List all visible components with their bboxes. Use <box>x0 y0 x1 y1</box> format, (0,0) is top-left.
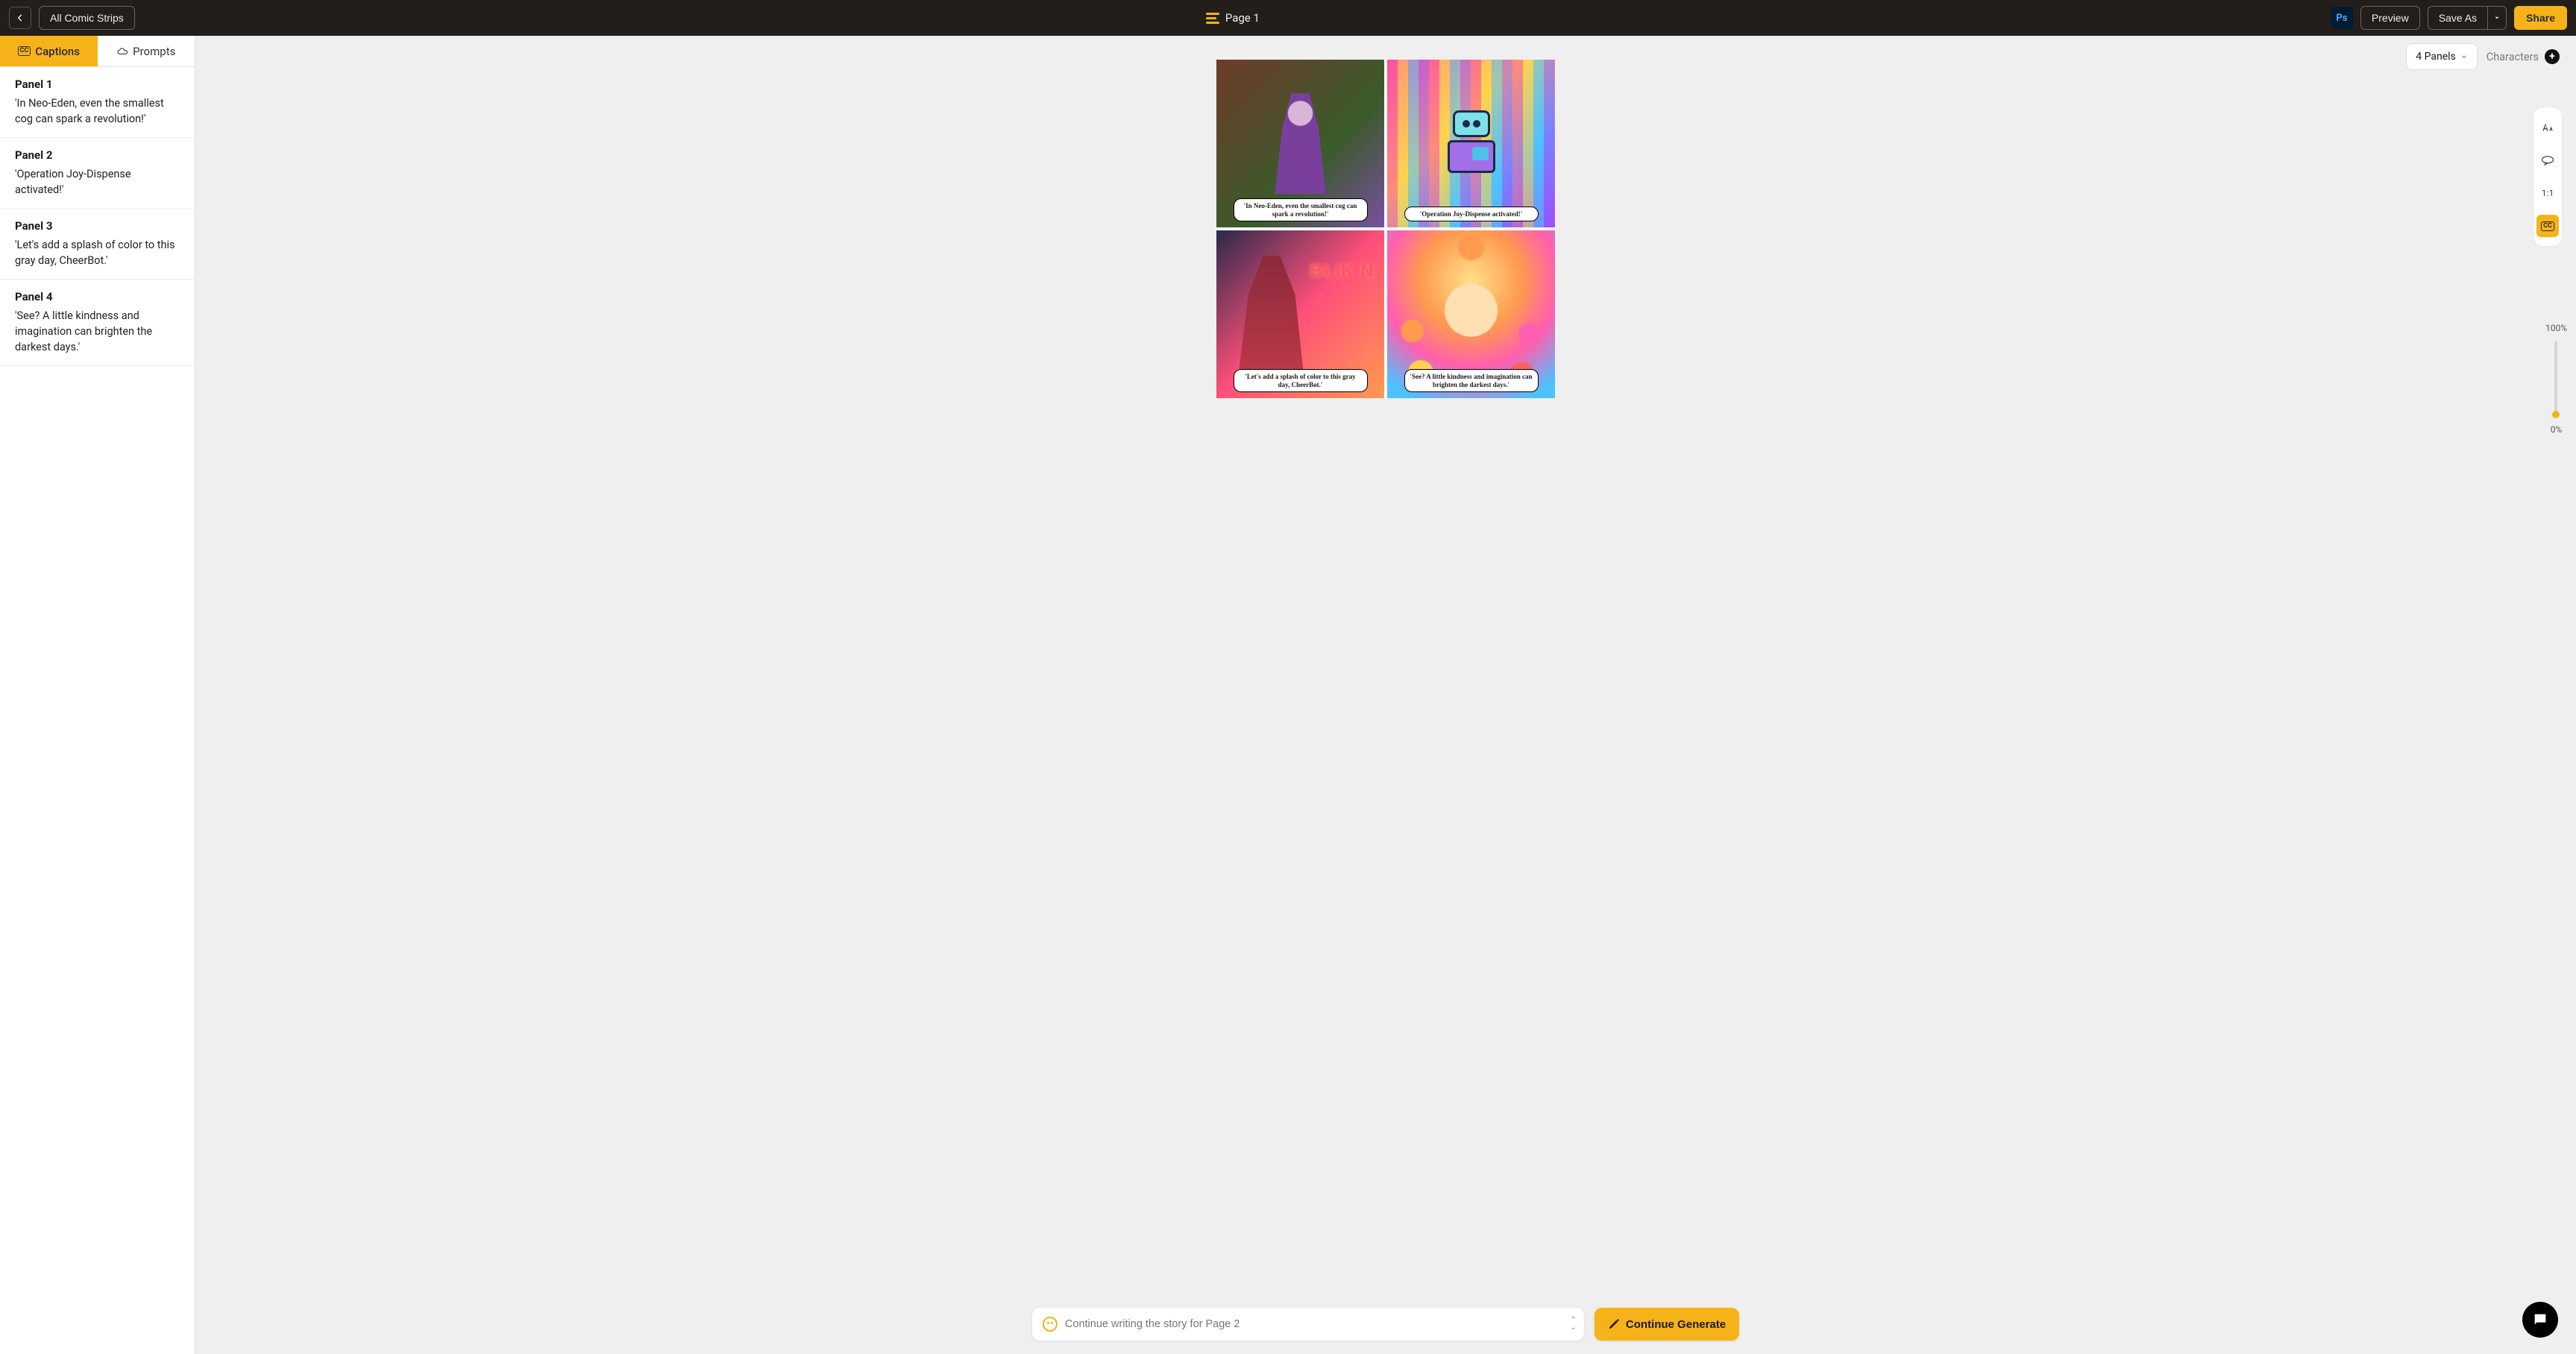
comic-panel-3[interactable]: BLIK N 'Let's add a splash of color to t… <box>1216 230 1384 398</box>
panel-caption-box[interactable]: 'See? A little kindness and imagination … <box>1404 369 1539 392</box>
cc-icon: CC <box>2541 221 2554 231</box>
panel-caption: 'In Neo-Eden, even the smallest cog can … <box>15 95 180 127</box>
chevron-down-icon[interactable]: ⌄ <box>1571 1325 1577 1331</box>
prompt-stepper[interactable]: ⌃ ⌄ <box>1571 1317 1577 1331</box>
chat-fab[interactable] <box>2522 1302 2558 1338</box>
panels-select[interactable]: 4 Panels <box>2406 43 2478 70</box>
panel-title: Panel 3 <box>15 219 180 233</box>
chat-icon <box>2532 1312 2548 1328</box>
tab-captions-label: Captions <box>35 45 80 58</box>
zoom-slider[interactable]: 100% 0% <box>2545 323 2567 435</box>
sidebar-panel-3[interactable]: Panel 3 'Let's add a splash of color to … <box>0 209 195 280</box>
panel-caption-box[interactable]: 'Operation Joy-Dispense activated!' <box>1404 207 1539 221</box>
speech-bubble-tool[interactable] <box>2536 149 2559 171</box>
all-strips-button[interactable]: All Comic Strips <box>39 6 135 30</box>
text-tool[interactable] <box>2536 116 2559 139</box>
share-button[interactable]: Share <box>2514 6 2567 30</box>
chevron-down-icon <box>2460 53 2468 60</box>
characters-button[interactable]: Characters + <box>2487 49 2560 64</box>
sidebar-panel-4[interactable]: Panel 4 'See? A little kindness and imag… <box>0 280 195 366</box>
aspect-ratio-tool[interactable]: 1:1 <box>2536 182 2559 204</box>
topbar: All Comic Strips Page 1 Ps Preview Save … <box>0 0 2576 36</box>
page-title: Page 1 <box>1225 11 1260 25</box>
plus-icon: + <box>2545 49 2560 64</box>
chevron-up-icon[interactable]: ⌃ <box>1571 1317 1577 1323</box>
panel-caption-box[interactable]: 'In Neo-Eden, even the smallest cog can … <box>1234 198 1368 221</box>
sidebar-panel-2[interactable]: Panel 2 'Operation Joy-Dispense activate… <box>0 138 195 209</box>
panel-title: Panel 1 <box>15 78 180 91</box>
cc-icon: CC <box>18 46 31 56</box>
sidebar-panel-1[interactable]: Panel 1 'In Neo-Eden, even the smallest … <box>0 67 195 138</box>
panel-caption: 'Operation Joy-Dispense activated!' <box>15 166 180 198</box>
panel-caption: 'Let's add a splash of color to this gra… <box>15 237 180 268</box>
panel-title: Panel 2 <box>15 148 180 162</box>
ratio-label: 1:1 <box>2542 188 2554 198</box>
prompt-input-wrap: ⌃ ⌄ <box>1032 1308 1584 1341</box>
comic-panel-1[interactable]: 'In Neo-Eden, even the smallest cog can … <box>1216 60 1384 227</box>
characters-label: Characters <box>2487 51 2539 63</box>
neon-sign-text: BLIK N <box>1310 261 1375 282</box>
arrow-left-icon <box>15 13 25 23</box>
pencil-icon <box>1608 1318 1620 1330</box>
save-as-split: Save As <box>2428 6 2507 30</box>
panels-select-label: 4 Panels <box>2416 51 2456 63</box>
zoom-track[interactable] <box>2554 341 2557 417</box>
tab-prompts[interactable]: Prompts <box>98 36 195 67</box>
bottom-bar: ⌃ ⌄ Continue Generate <box>1032 1308 1739 1341</box>
tab-prompts-label: Prompts <box>133 45 175 58</box>
continue-generate-button[interactable]: Continue Generate <box>1595 1308 1739 1341</box>
right-tools: 1:1 CC <box>2533 107 2563 247</box>
back-button[interactable] <box>9 7 31 29</box>
save-as-caret[interactable] <box>2487 6 2507 30</box>
zoom-top-label: 100% <box>2545 323 2567 333</box>
bubble-icon <box>2541 155 2554 166</box>
panel-title: Panel 4 <box>15 290 180 303</box>
prompt-input[interactable] <box>1065 1318 1563 1330</box>
comic-panel-4[interactable]: 'See? A little kindness and imagination … <box>1387 230 1555 398</box>
zoom-bottom-label: 0% <box>2551 424 2563 435</box>
sidebar: CC Captions Prompts Panel 1 'In Neo-Eden… <box>0 36 195 1354</box>
captions-tool[interactable]: CC <box>2536 215 2559 237</box>
save-as-button[interactable]: Save As <box>2428 6 2487 30</box>
continue-label: Continue Generate <box>1626 1318 1726 1331</box>
zoom-handle[interactable] <box>2552 411 2560 418</box>
canvas-area[interactable]: 4 Panels Characters + 1:1 CC 100% <box>195 36 2576 1354</box>
tab-captions[interactable]: CC Captions <box>0 36 98 67</box>
text-aa-icon <box>2541 121 2554 134</box>
page-lines-icon <box>1206 13 1219 24</box>
smile-icon <box>1043 1317 1058 1332</box>
panel-caption: 'See? A little kindness and imagination … <box>15 308 180 355</box>
preview-button[interactable]: Preview <box>2360 6 2420 30</box>
comic-panel-2[interactable]: 'Operation Joy-Dispense activated!' <box>1387 60 1555 227</box>
photoshop-button[interactable]: Ps <box>2331 7 2353 29</box>
panel-caption-box[interactable]: 'Let's add a splash of color to this gra… <box>1234 369 1368 392</box>
cloud-icon <box>116 45 128 57</box>
comic-grid: 'In Neo-Eden, even the smallest cog can … <box>1216 60 1555 398</box>
caret-down-icon <box>2493 14 2501 22</box>
